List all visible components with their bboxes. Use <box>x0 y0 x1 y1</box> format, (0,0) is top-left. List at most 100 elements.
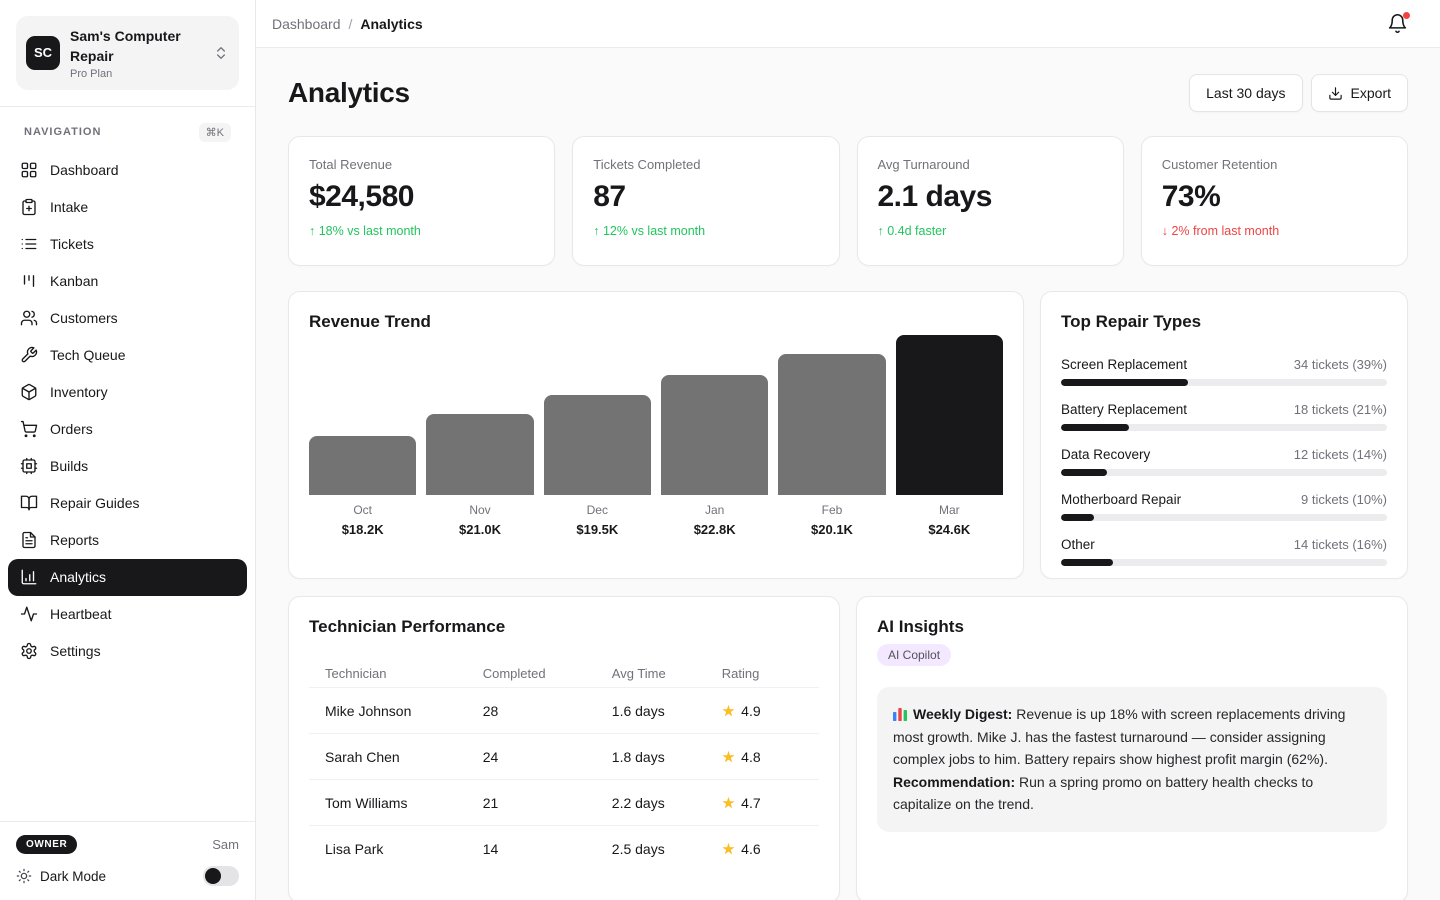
bar-oct <box>309 436 416 495</box>
technician-rating: 4.9 <box>741 703 760 719</box>
technician-rating: 4.6 <box>741 841 760 857</box>
row-charts: Revenue Trend Oct$18.2K Nov$21.0K Dec$19… <box>288 291 1408 579</box>
bell-icon[interactable] <box>1387 13 1408 34</box>
sidebar-item-label: Builds <box>50 458 88 474</box>
date-range-button[interactable]: Last 30 days <box>1189 74 1302 112</box>
progress-track <box>1061 424 1387 431</box>
progress-fill <box>1061 514 1094 521</box>
clipboard-plus-icon <box>20 198 38 216</box>
repair-count: 34 tickets (39%) <box>1294 357 1387 372</box>
sidebar-item-dashboard[interactable]: Dashboard <box>8 152 247 189</box>
month-label: Mar <box>896 503 1003 517</box>
sidebar-item-label: Dashboard <box>50 162 119 178</box>
technician-performance-card: Technician Performance Technician Comple… <box>288 596 840 900</box>
progress-fill <box>1061 379 1188 386</box>
sidebar-item-label: Analytics <box>50 569 106 585</box>
progress-track <box>1061 379 1387 386</box>
kpi-delta: ↓ 2% from last month <box>1162 224 1387 238</box>
insight-recommendation-label: Recommendation: <box>893 774 1015 790</box>
breadcrumb-analytics: Analytics <box>360 16 422 32</box>
activity-icon <box>20 605 38 623</box>
command-k-shortcut-badge[interactable]: ⌘K <box>199 123 231 142</box>
month-label: Nov <box>426 503 533 517</box>
sidebar-item-analytics[interactable]: Analytics <box>8 559 247 596</box>
technician-performance-title: Technician Performance <box>309 617 819 637</box>
sidebar-item-tech-queue[interactable]: Tech Queue <box>8 337 247 374</box>
kpi-label: Avg Turnaround <box>878 157 1103 172</box>
month-label: Dec <box>544 503 651 517</box>
sidebar-item-heartbeat[interactable]: Heartbeat <box>8 596 247 633</box>
sidebar-item-tickets[interactable]: Tickets <box>8 226 247 263</box>
sidebar-item-inventory[interactable]: Inventory <box>8 374 247 411</box>
dark-mode-row: Dark Mode <box>16 866 239 886</box>
kpi-label: Tickets Completed <box>593 157 818 172</box>
sidebar-item-builds[interactable]: Builds <box>8 448 247 485</box>
sidebar-item-label: Settings <box>50 643 101 659</box>
revenue-bar-chart <box>309 335 1003 495</box>
table-row: Sarah Chen 24 1.8 days ★4.8 <box>309 733 819 779</box>
sidebar-item-intake[interactable]: Intake <box>8 189 247 226</box>
technician-rating: 4.7 <box>741 795 760 811</box>
download-icon <box>1328 86 1343 101</box>
repair-name: Battery Replacement <box>1061 402 1187 417</box>
value-label: $18.2K <box>309 522 416 537</box>
technician-completed: 21 <box>483 795 612 811</box>
sidebar-item-label: Heartbeat <box>50 606 111 622</box>
month-label: Feb <box>778 503 885 517</box>
dark-mode-label: Dark Mode <box>40 869 195 884</box>
table-header: Technician Completed Avg Time Rating <box>309 659 819 687</box>
repair-item: Other14 tickets (16%) <box>1061 537 1387 566</box>
breadcrumb-separator: / <box>349 16 353 32</box>
technician-table: Technician Completed Avg Time Rating Mik… <box>309 659 819 871</box>
repair-list: Screen Replacement34 tickets (39%) Batte… <box>1061 357 1387 566</box>
analytics-page: Analytics Last 30 days Export Total Reve… <box>256 48 1440 900</box>
bar-chart-icon <box>20 568 38 586</box>
value-label: $21.0K <box>426 522 533 537</box>
sidebar-item-label: Repair Guides <box>50 495 140 511</box>
topbar: Dashboard / Analytics <box>256 0 1440 48</box>
owner-row: OWNER Sam <box>16 835 239 854</box>
sidebar-item-orders[interactable]: Orders <box>8 411 247 448</box>
kpi-value: $24,580 <box>309 180 534 214</box>
sidebar-item-reports[interactable]: Reports <box>8 522 247 559</box>
wrench-icon <box>20 346 38 364</box>
bar-nov <box>426 414 533 495</box>
kpi-value: 87 <box>593 180 818 214</box>
workspace-avatar: SC <box>26 36 60 70</box>
repair-count: 9 tickets (10%) <box>1301 492 1387 507</box>
sidebar-item-customers[interactable]: Customers <box>8 300 247 337</box>
breadcrumb-dashboard[interactable]: Dashboard <box>272 16 341 32</box>
sidebar-item-settings[interactable]: Settings <box>8 633 247 670</box>
technician-rating: 4.8 <box>741 749 760 765</box>
progress-track <box>1061 469 1387 476</box>
star-icon: ★ <box>722 794 735 812</box>
dark-mode-toggle[interactable] <box>203 866 239 886</box>
technician-name: Mike Johnson <box>325 703 483 719</box>
owner-badge: OWNER <box>16 835 77 854</box>
export-button[interactable]: Export <box>1311 74 1408 112</box>
repair-item: Data Recovery12 tickets (14%) <box>1061 447 1387 476</box>
technician-avg-time: 1.8 days <box>612 749 722 765</box>
ai-insights-card: AI Insights AI Copilot Weekly Digest: Re… <box>856 596 1408 900</box>
list-icon <box>20 235 38 253</box>
chart-label-col: Oct$18.2K <box>309 503 416 537</box>
kpi-card-customer-retention: Customer Retention 73% ↓ 2% from last mo… <box>1141 136 1408 266</box>
workspace-switcher[interactable]: SC Sam's Computer Repair Pro Plan <box>16 16 239 90</box>
value-label: $19.5K <box>544 522 651 537</box>
nav-heading: NAVIGATION ⌘K <box>8 123 247 142</box>
ai-copilot-badge: AI Copilot <box>877 644 951 666</box>
sun-icon <box>16 868 32 884</box>
sidebar-item-kanban[interactable]: Kanban <box>8 263 247 300</box>
bar-mar <box>896 335 1003 495</box>
sidebar-item-repair-guides[interactable]: Repair Guides <box>8 485 247 522</box>
star-icon: ★ <box>722 748 735 766</box>
sidebar-item-label: Tech Queue <box>50 347 126 363</box>
sidebar-nav: NAVIGATION ⌘K Dashboard Intake Tickets K… <box>0 107 255 678</box>
workspace-meta: Sam's Computer Repair Pro Plan <box>70 26 203 80</box>
chart-label-col: Dec $19.5K <box>544 503 651 537</box>
repair-item: Motherboard Repair9 tickets (10%) <box>1061 492 1387 521</box>
kpi-value: 73% <box>1162 180 1387 214</box>
kpi-delta: ↑ 18% vs last month <box>309 224 534 238</box>
value-label: $20.1K <box>778 522 885 537</box>
toggle-knob <box>205 868 221 884</box>
